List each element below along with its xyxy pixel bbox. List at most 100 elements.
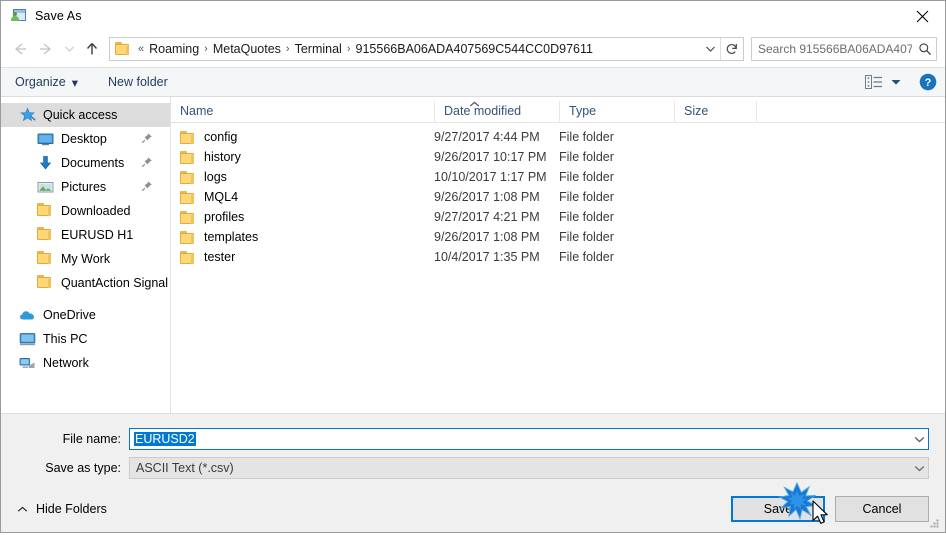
- sidebar-item-label: EURUSD H1: [61, 228, 134, 242]
- breadcrumb-item-terminal[interactable]: Terminal: [292, 42, 345, 56]
- up-arrow-icon[interactable]: [79, 36, 105, 62]
- navigation-sidebar: Quick access Desktop Documents Pictures …: [1, 97, 171, 413]
- save-as-window-icon: [11, 8, 27, 24]
- save-form: File name: EURUSD2 Save as type: ASCII T…: [1, 413, 945, 486]
- table-row[interactable]: profiles 9/27/2017 4:21 PM File folder: [171, 207, 945, 227]
- file-date-cell: 9/27/2017 4:44 PM: [434, 130, 540, 144]
- save-as-type-row: Save as type: ASCII Text (*.csv): [1, 457, 945, 479]
- table-row[interactable]: tester 10/4/2017 1:35 PM File folder: [171, 247, 945, 267]
- organize-button[interactable]: Organize ▾: [15, 75, 78, 90]
- breadcrumb-item-guid[interactable]: 915566BA06ADA407569C544CC0D97611: [353, 42, 596, 56]
- pin-icon[interactable]: [141, 180, 153, 192]
- table-row[interactable]: templates 9/26/2017 1:08 PM File folder: [171, 227, 945, 247]
- file-list-pane: Name Date modified Type Size config 9/27…: [171, 97, 945, 413]
- cancel-button-label: Cancel: [862, 502, 902, 516]
- file-name-chevron-down-icon[interactable]: [910, 429, 928, 449]
- pin-icon[interactable]: [141, 156, 153, 168]
- hide-folders-label: Hide Folders: [36, 502, 107, 516]
- search-box[interactable]: [751, 37, 937, 61]
- breadcrumb-separator: ›: [346, 43, 351, 55]
- file-name-input[interactable]: EURUSD2: [130, 432, 910, 446]
- save-as-type-combobox[interactable]: ASCII Text (*.csv): [129, 457, 929, 479]
- file-type-cell: File folder: [559, 190, 614, 204]
- breadcrumb: « Roaming › MetaQuotes › Terminal › 9155…: [136, 42, 700, 56]
- sidebar-item-pictures[interactable]: Pictures: [1, 175, 170, 199]
- sidebar-item-onedrive[interactable]: OneDrive: [1, 303, 170, 327]
- sidebar-item-downloaded[interactable]: Downloaded: [1, 199, 170, 223]
- search-icon[interactable]: [914, 38, 936, 60]
- view-mode-chevron-down-icon: [891, 75, 901, 89]
- address-chevron-down-icon[interactable]: [700, 38, 720, 60]
- close-icon[interactable]: [899, 1, 945, 31]
- window-title: Save As: [35, 9, 82, 23]
- breadcrumb-overflow[interactable]: «: [136, 43, 146, 55]
- breadcrumb-item-metaquotes[interactable]: MetaQuotes: [210, 42, 284, 56]
- sidebar-item-label: This PC: [43, 332, 88, 346]
- svg-text:?: ?: [925, 77, 932, 89]
- column-header-type[interactable]: Type: [559, 101, 674, 122]
- dialog-body: Quick access Desktop Documents Pictures …: [1, 97, 945, 413]
- refresh-icon[interactable]: [721, 38, 743, 60]
- sidebar-item-label: Downloaded: [61, 204, 131, 218]
- file-name-cell: MQL4: [171, 190, 434, 204]
- folder-icon: [180, 190, 196, 204]
- title-bar: Save As: [1, 1, 945, 31]
- file-name-cell: tester: [171, 250, 434, 264]
- recent-locations-chevron-down-icon[interactable]: [59, 36, 79, 62]
- file-name-label: File name:: [62, 432, 121, 446]
- address-bar[interactable]: « Roaming › MetaQuotes › Terminal › 9155…: [109, 37, 744, 61]
- file-name-combobox[interactable]: EURUSD2: [129, 428, 929, 450]
- file-type-cell: File folder: [559, 250, 614, 264]
- resize-grip[interactable]: [929, 517, 941, 529]
- sidebar-item-my-work[interactable]: My Work: [1, 247, 170, 271]
- breadcrumb-item-roaming[interactable]: Roaming: [146, 42, 202, 56]
- close-glyph: [916, 10, 928, 22]
- save-as-type-chevron-down-icon[interactable]: [910, 458, 928, 478]
- column-header-size[interactable]: Size: [674, 101, 756, 122]
- search-input[interactable]: [752, 41, 914, 57]
- new-folder-button[interactable]: New folder: [108, 75, 168, 89]
- chevron-down-icon: ▾: [71, 75, 79, 90]
- hide-folders-button[interactable]: Hide Folders: [13, 502, 107, 516]
- table-row[interactable]: history 9/26/2017 10:17 PM File folder: [171, 147, 945, 167]
- sidebar-item-quantaction-signal[interactable]: QuantAction Signal: [1, 271, 170, 295]
- file-name-cell: logs: [171, 170, 434, 184]
- column-header-date-modified[interactable]: Date modified: [434, 101, 559, 122]
- sidebar-item-desktop[interactable]: Desktop: [1, 127, 170, 151]
- file-name-text: history: [204, 150, 241, 164]
- folder-icon: [180, 150, 196, 164]
- table-row[interactable]: MQL4 9/26/2017 1:08 PM File folder: [171, 187, 945, 207]
- file-name-text: tester: [204, 250, 236, 264]
- sidebar-item-documents[interactable]: Documents: [1, 151, 170, 175]
- ascending-sort-caret-icon: [469, 97, 480, 111]
- cancel-button[interactable]: Cancel: [835, 496, 929, 522]
- save-button[interactable]: Save: [731, 496, 825, 522]
- breadcrumb-separator: ›: [285, 43, 290, 55]
- folder-icon: [180, 210, 196, 224]
- sidebar-item-quick-access[interactable]: Quick access: [1, 103, 170, 127]
- column-header-name[interactable]: Name: [171, 101, 434, 122]
- this-pc-icon: [19, 331, 36, 347]
- command-toolbar: Organize ▾ New folder ?: [1, 67, 945, 97]
- forward-arrow-icon[interactable]: [33, 36, 59, 62]
- sidebar-item-this-pc[interactable]: This PC: [1, 327, 170, 351]
- file-date-cell: 10/4/2017 1:35 PM: [434, 250, 540, 264]
- folder-icon: [37, 227, 54, 243]
- back-arrow-icon[interactable]: [7, 36, 33, 62]
- pin-icon[interactable]: [141, 132, 153, 144]
- table-row[interactable]: config 9/27/2017 4:44 PM File folder: [171, 127, 945, 147]
- address-folder-icon: [115, 42, 131, 56]
- folder-icon: [180, 130, 196, 144]
- pictures-icon: [37, 179, 54, 195]
- file-name-row: File name: EURUSD2: [1, 428, 945, 450]
- file-date-cell: 9/26/2017 1:08 PM: [434, 230, 540, 244]
- file-name-cell: config: [171, 130, 434, 144]
- view-mode-button[interactable]: [865, 75, 901, 89]
- sidebar-item-label: QuantAction Signal: [61, 276, 169, 290]
- table-row[interactable]: logs 10/10/2017 1:17 PM File folder: [171, 167, 945, 187]
- help-button[interactable]: ?: [919, 73, 937, 91]
- sidebar-item-label: My Work: [61, 252, 111, 266]
- sidebar-item-network[interactable]: Network: [1, 351, 170, 375]
- sidebar-item-eurusd-h1[interactable]: EURUSD H1: [1, 223, 170, 247]
